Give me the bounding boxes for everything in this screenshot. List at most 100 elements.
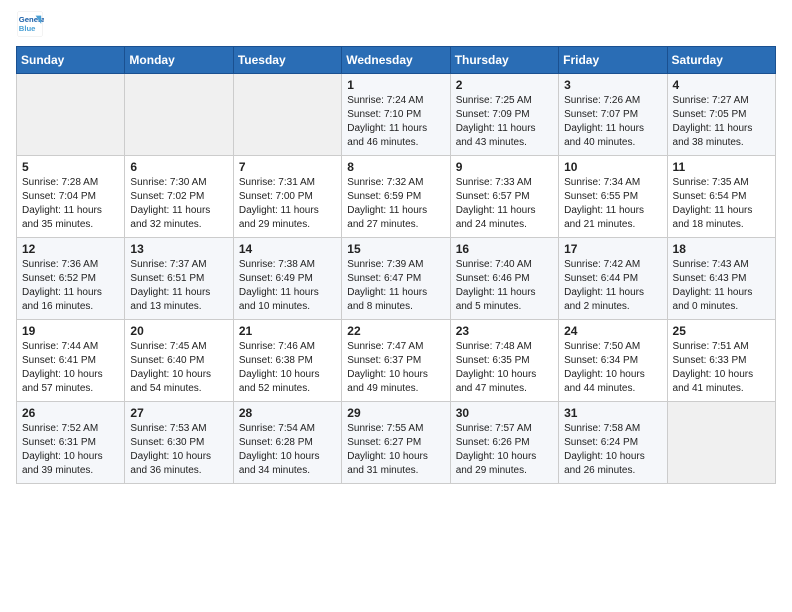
main-container: General Blue SundayMondayTuesdayWednesda… [0,0,792,494]
week-row-2: 5 Sunrise: 7:28 AMSunset: 7:04 PMDaylight… [17,156,776,238]
day-cell: 27Sunrise: 7:53 AMSunset: 6:30 PMDayligh… [125,402,233,484]
header-cell-sunday: Sunday [17,47,125,74]
header-cell-wednesday: Wednesday [342,47,450,74]
day-cell: 13Sunrise: 7:37 AMSunset: 6:51 PMDayligh… [125,238,233,320]
day-number: 20 [130,324,227,338]
day-number: 4 [673,78,770,92]
day-info: Sunrise: 7:39 AMSunset: 6:47 PMDaylight:… [347,258,444,314]
day-cell: 16Sunrise: 7:40 AMSunset: 6:46 PMDayligh… [450,238,558,320]
day-cell: 3Sunrise: 7:26 AMSunset: 7:07 PMDaylight… [559,74,667,156]
day-cell: 28 Sunrise: 7:54 AMSunset: 6:28 PMDayligh… [233,402,341,484]
day-cell [667,402,775,484]
day-info: Sunrise: 7:58 AMSunset: 6:24 PMDaylight:… [564,422,661,478]
day-cell: 11Sunrise: 7:35 AMSunset: 6:54 PMDayligh… [667,156,775,238]
day-info: Sunrise: 7:43 AMSunset: 6:43 PMDaylight:… [673,258,770,314]
day-cell: 12Sunrise: 7:36 AMSunset: 6:52 PMDayligh… [17,238,125,320]
header-cell-saturday: Saturday [667,47,775,74]
day-number: 28 [239,406,336,420]
day-cell: 7 Sunrise: 7:31 AMSunset: 7:00 PMDaylight… [233,156,341,238]
day-number: 31 [564,406,661,420]
day-cell: 29 Sunrise: 7:55 AMSunset: 6:27 PMDayligh… [342,402,450,484]
day-cell: 8 Sunrise: 7:32 AMSunset: 6:59 PMDaylight… [342,156,450,238]
logo: General Blue [16,10,48,38]
day-cell: 31 Sunrise: 7:58 AMSunset: 6:24 PMDayligh… [559,402,667,484]
day-info: Sunrise: 7:31 AMSunset: 7:00 PMDaylight:… [239,176,336,232]
day-info: Sunrise: 7:24 AMSunset: 7:10 PMDaylight:… [347,94,444,150]
day-info: Sunrise: 7:48 AMSunset: 6:35 PMDaylight:… [456,340,553,396]
day-info: Sunrise: 7:55 AMSunset: 6:27 PMDaylight:… [347,422,444,478]
day-number: 24 [564,324,661,338]
day-number: 15 [347,242,444,256]
day-cell: 22 Sunrise: 7:47 AMSunset: 6:37 PMDayligh… [342,320,450,402]
day-number: 25 [673,324,770,338]
header-cell-thursday: Thursday [450,47,558,74]
day-info: Sunrise: 7:47 AMSunset: 6:37 PMDaylight:… [347,340,444,396]
day-cell: 9 Sunrise: 7:33 AMSunset: 6:57 PMDaylight… [450,156,558,238]
day-cell: 17 Sunrise: 7:42 AMSunset: 6:44 PMDayligh… [559,238,667,320]
header-cell-friday: Friday [559,47,667,74]
day-number: 23 [456,324,553,338]
day-cell [233,74,341,156]
day-info: Sunrise: 7:33 AMSunset: 6:57 PMDaylight:… [456,176,553,232]
day-cell: 25Sunrise: 7:51 AMSunset: 6:33 PMDayligh… [667,320,775,402]
day-number: 30 [456,406,553,420]
day-cell: 20 Sunrise: 7:45 AMSunset: 6:40 PMDayligh… [125,320,233,402]
day-cell: 4 Sunrise: 7:27 AMSunset: 7:05 PMDaylight… [667,74,775,156]
day-number: 18 [673,242,770,256]
day-number: 14 [239,242,336,256]
day-number: 12 [22,242,119,256]
day-cell: 15 Sunrise: 7:39 AMSunset: 6:47 PMDayligh… [342,238,450,320]
day-number: 10 [564,160,661,174]
day-info: Sunrise: 7:44 AMSunset: 6:41 PMDaylight:… [22,340,119,396]
day-cell: 26Sunrise: 7:52 AMSunset: 6:31 PMDayligh… [17,402,125,484]
day-cell: 10 Sunrise: 7:34 AMSunset: 6:55 PMDayligh… [559,156,667,238]
day-cell: 23 Sunrise: 7:48 AMSunset: 6:35 PMDayligh… [450,320,558,402]
day-number: 13 [130,242,227,256]
day-number: 21 [239,324,336,338]
week-row-4: 19 Sunrise: 7:44 AMSunset: 6:41 PMDayligh… [17,320,776,402]
day-cell [17,74,125,156]
day-info: Sunrise: 7:25 AMSunset: 7:09 PMDaylight:… [456,94,553,150]
day-info: Sunrise: 7:50 AMSunset: 6:34 PMDaylight:… [564,340,661,396]
day-number: 22 [347,324,444,338]
day-cell: 21Sunrise: 7:46 AMSunset: 6:38 PMDayligh… [233,320,341,402]
header-row: SundayMondayTuesdayWednesdayThursdayFrid… [17,47,776,74]
day-number: 6 [130,160,227,174]
day-info: Sunrise: 7:28 AMSunset: 7:04 PMDaylight:… [22,176,119,232]
day-info: Sunrise: 7:34 AMSunset: 6:55 PMDaylight:… [564,176,661,232]
day-number: 8 [347,160,444,174]
day-number: 1 [347,78,444,92]
day-info: Sunrise: 7:45 AMSunset: 6:40 PMDaylight:… [130,340,227,396]
day-info: Sunrise: 7:53 AMSunset: 6:30 PMDaylight:… [130,422,227,478]
day-info: Sunrise: 7:32 AMSunset: 6:59 PMDaylight:… [347,176,444,232]
svg-text:Blue: Blue [19,24,36,33]
day-info: Sunrise: 7:42 AMSunset: 6:44 PMDaylight:… [564,258,661,314]
day-cell: 6Sunrise: 7:30 AMSunset: 7:02 PMDaylight… [125,156,233,238]
day-info: Sunrise: 7:54 AMSunset: 6:28 PMDaylight:… [239,422,336,478]
day-number: 26 [22,406,119,420]
day-info: Sunrise: 7:27 AMSunset: 7:05 PMDaylight:… [673,94,770,150]
logo-icon: General Blue [16,10,44,38]
day-cell: 19 Sunrise: 7:44 AMSunset: 6:41 PMDayligh… [17,320,125,402]
week-row-3: 12Sunrise: 7:36 AMSunset: 6:52 PMDayligh… [17,238,776,320]
day-number: 5 [22,160,119,174]
day-number: 11 [673,160,770,174]
header-cell-monday: Monday [125,47,233,74]
week-row-1: 1 Sunrise: 7:24 AMSunset: 7:10 PMDaylight… [17,74,776,156]
day-number: 17 [564,242,661,256]
day-info: Sunrise: 7:57 AMSunset: 6:26 PMDaylight:… [456,422,553,478]
day-number: 3 [564,78,661,92]
day-cell: 2Sunrise: 7:25 AMSunset: 7:09 PMDaylight… [450,74,558,156]
day-number: 19 [22,324,119,338]
header: General Blue [16,10,776,38]
day-number: 7 [239,160,336,174]
day-cell: 24 Sunrise: 7:50 AMSunset: 6:34 PMDayligh… [559,320,667,402]
day-number: 16 [456,242,553,256]
day-number: 9 [456,160,553,174]
day-cell: 5 Sunrise: 7:28 AMSunset: 7:04 PMDaylight… [17,156,125,238]
day-number: 29 [347,406,444,420]
week-row-5: 26Sunrise: 7:52 AMSunset: 6:31 PMDayligh… [17,402,776,484]
header-cell-tuesday: Tuesday [233,47,341,74]
day-cell: 14Sunrise: 7:38 AMSunset: 6:49 PMDayligh… [233,238,341,320]
day-cell [125,74,233,156]
